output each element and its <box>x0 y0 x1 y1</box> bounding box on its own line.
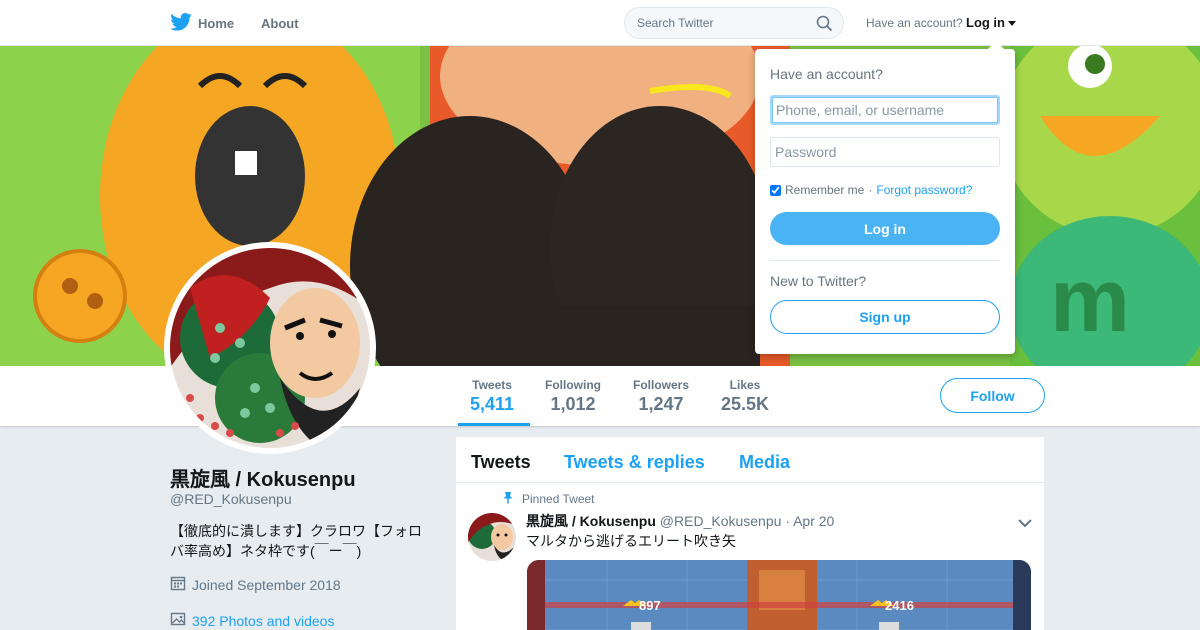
search-icon[interactable] <box>816 15 833 37</box>
stat-label: Followers <box>633 378 690 392</box>
tweet-date[interactable]: · Apr 20 <box>785 513 834 529</box>
search-box <box>624 7 844 39</box>
remember-me-label[interactable]: Remember me <box>785 183 864 197</box>
login-menu-label: Log in <box>966 15 1005 30</box>
follow-button[interactable]: Follow <box>940 378 1045 413</box>
joined-date: Joined September 2018 <box>170 575 341 594</box>
dropdown-arrow <box>988 41 1004 49</box>
tab-tweets[interactable]: Tweets <box>471 452 531 473</box>
password-input[interactable] <box>770 137 1000 167</box>
nav-about-link[interactable]: About <box>261 16 299 31</box>
twitter-bird-icon <box>170 13 192 34</box>
active-stat-indicator <box>458 423 530 426</box>
stat-value: 1,247 <box>638 394 684 414</box>
stat-value: 1,012 <box>550 394 596 414</box>
tweet-header: 黒旋風 / Kokusenpu @RED_Kokusenpu · Apr 20 <box>526 511 834 531</box>
login-menu-toggle[interactable]: Log in <box>966 15 1016 30</box>
photos-videos-link[interactable]: 392 Photos and videos <box>170 611 334 630</box>
dropdown-divider <box>770 260 1000 261</box>
profile-name: 黒旋風 / Kokusenpu <box>170 469 356 491</box>
tweet-text: マルタから逃げるエリート吹き矢 <box>526 533 736 549</box>
search-input[interactable] <box>637 8 817 38</box>
joined-date-text: Joined September 2018 <box>192 576 341 593</box>
stat-label: Tweets <box>472 378 512 392</box>
top-navigation-bar: Home About Have an account? Log in <box>0 0 1200 46</box>
login-dropdown: Have an account? Remember me · Forgot pa… <box>755 49 1015 354</box>
login-button[interactable]: Log in <box>770 212 1000 245</box>
separator-dot: · <box>868 183 873 197</box>
stat-value: 25.5K <box>721 394 770 414</box>
image-icon <box>170 611 186 630</box>
tab-media[interactable]: Media <box>739 452 790 473</box>
tab-tweets-replies[interactable]: Tweets & replies <box>564 452 705 473</box>
pinned-tweet-label: Pinned Tweet <box>502 491 595 507</box>
have-account-text: Have an account? <box>866 16 963 30</box>
stat-label: Following <box>545 378 601 392</box>
calendar-icon <box>170 575 186 594</box>
new-to-twitter-text: New to Twitter? <box>770 273 867 289</box>
dropdown-title: Have an account? <box>770 66 883 82</box>
pinned-text: Pinned Tweet <box>522 492 595 506</box>
tweet-media-image[interactable]: 897 2416 <box>527 560 1031 630</box>
stat-value: 5,411 <box>470 394 515 414</box>
profile-bio: 【徹底的に潰します】クラロワ【フォロバ率高め】ネタ枠です(￣ー￣) <box>170 523 422 559</box>
signup-button[interactable]: Sign up <box>770 300 1000 334</box>
timeline-tabs: Tweets Tweets & replies Media <box>456 437 1044 483</box>
photos-videos-text: 392 Photos and videos <box>192 612 335 629</box>
stat-following[interactable]: Following 1,012 <box>545 378 601 415</box>
stat-followers[interactable]: Followers 1,247 <box>633 378 689 415</box>
tweet-media-number: 897 <box>639 598 661 613</box>
caret-down-icon <box>1008 21 1016 27</box>
stat-tweets[interactable]: Tweets 5,411 <box>470 378 514 415</box>
tweet-avatar[interactable] <box>468 513 516 561</box>
tweet-author-name[interactable]: 黒旋風 / Kokusenpu <box>526 513 656 529</box>
pin-icon <box>502 491 514 507</box>
profile-avatar[interactable] <box>164 242 376 454</box>
tweet-author-handle[interactable]: @RED_Kokusenpu <box>660 513 782 529</box>
profile-handle[interactable]: @RED_Kokusenpu <box>170 491 292 507</box>
remember-me-row: Remember me · Forgot password? <box>770 183 972 197</box>
forgot-password-link[interactable]: Forgot password? <box>876 183 972 197</box>
stat-label: Likes <box>729 378 761 392</box>
tweet-media-number: 2416 <box>885 598 914 613</box>
remember-me-checkbox[interactable] <box>770 184 781 196</box>
nav-home-link[interactable]: Home <box>170 13 234 34</box>
nav-home-label: Home <box>198 16 235 31</box>
stat-likes[interactable]: Likes 25.5K <box>721 378 769 415</box>
timeline-panel: Tweets Tweets & replies Media Pinned Twe… <box>456 437 1044 630</box>
username-input[interactable] <box>770 95 1000 125</box>
chevron-down-icon[interactable] <box>1018 515 1032 533</box>
svg-text:m: m <box>1050 251 1130 351</box>
